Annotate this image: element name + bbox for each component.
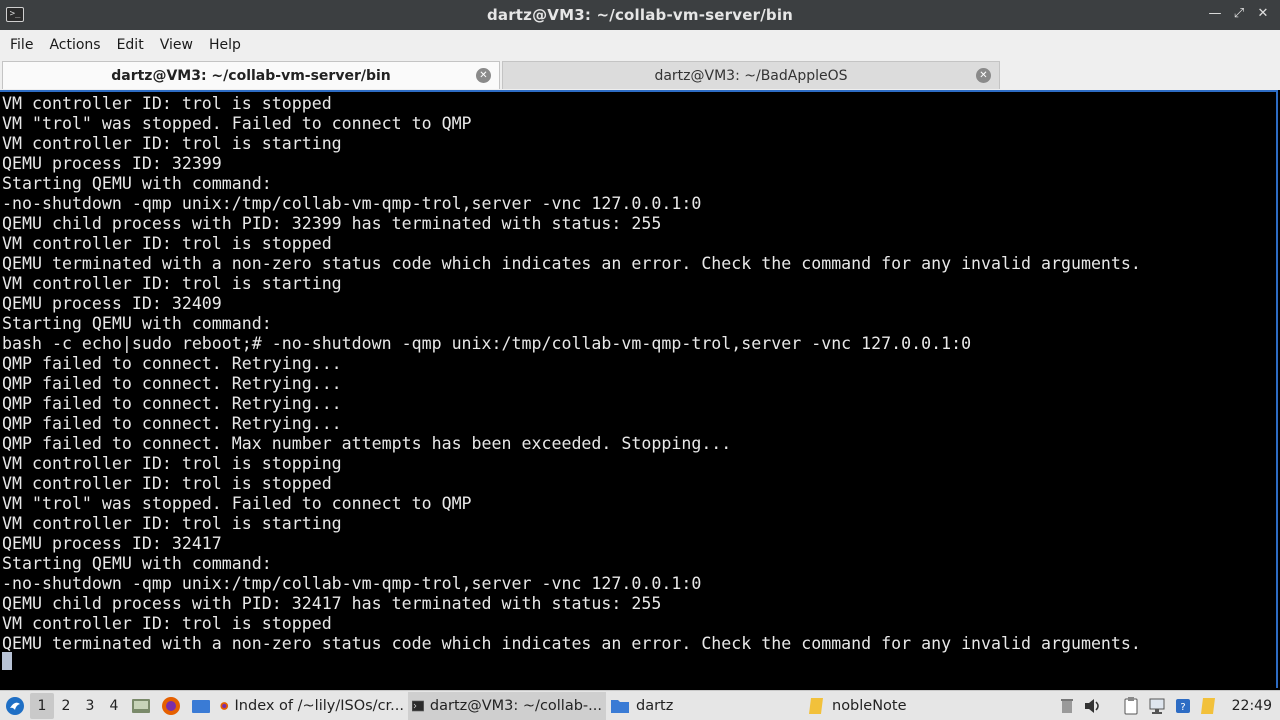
- svg-text:?: ?: [1180, 702, 1185, 713]
- terminal-line: VM controller ID: trol is stopped: [2, 234, 332, 253]
- minimize-icon[interactable]: —: [1208, 5, 1222, 23]
- noblenote-tray-icon[interactable]: [1198, 695, 1220, 717]
- terminal-line: VM controller ID: trol is stopped: [2, 614, 332, 633]
- task-noblenote[interactable]: nobleNote: [804, 692, 1004, 720]
- menu-view[interactable]: View: [152, 33, 201, 57]
- start-menu-button[interactable]: [0, 691, 30, 720]
- task-file-manager[interactable]: dartz: [606, 692, 804, 720]
- terminal-line: QMP failed to connect. Retrying...: [2, 394, 342, 413]
- window-title: dartz@VM3: ~/collab-vm-server/bin: [486, 6, 794, 24]
- terminal-line: QEMU terminated with a non-zero status c…: [2, 254, 1141, 273]
- tab-collab-vm-server[interactable]: dartz@VM3: ~/collab-vm-server/bin ✕: [2, 61, 500, 89]
- terminal-line: Starting QEMU with command:: [2, 554, 272, 573]
- close-window-icon[interactable]: ✕: [1256, 5, 1270, 23]
- menu-bar: File Actions Edit View Help: [0, 30, 1280, 60]
- clock[interactable]: 22:49: [1232, 698, 1272, 714]
- task-terminal[interactable]: dartz@VM3: ~/collab-...: [408, 691, 606, 720]
- terminal-line: VM controller ID: trol is stopped: [2, 474, 332, 493]
- update-notifier-icon[interactable]: ?: [1172, 695, 1194, 717]
- terminal-output[interactable]: VM controller ID: trol is stopped VM "tro…: [0, 90, 1278, 688]
- menu-file[interactable]: File: [2, 33, 41, 57]
- clipboard-icon[interactable]: [1120, 695, 1142, 717]
- trash-icon[interactable]: [1056, 695, 1078, 717]
- workspace-4[interactable]: 4: [102, 693, 126, 719]
- lubuntu-logo-icon: [6, 696, 24, 715]
- terminal-line: VM controller ID: trol is starting: [2, 134, 342, 153]
- terminal-line: -no-shutdown -qmp unix:/tmp/collab-vm-qm…: [2, 574, 702, 593]
- task-label: Index of /~lily/ISOs/cr...: [234, 697, 404, 714]
- terminal-line: VM controller ID: trol is stopped: [2, 94, 332, 113]
- network-icon[interactable]: [1146, 695, 1168, 717]
- workspace-3[interactable]: 3: [78, 693, 102, 719]
- terminal-line: VM controller ID: trol is starting: [2, 514, 342, 533]
- terminal-line: VM "trol" was stopped. Failed to connect…: [2, 114, 472, 133]
- terminal-line: QMP failed to connect. Retrying...: [2, 414, 342, 433]
- terminal-line: bash -c echo|sudo reboot;# -no-shutdown …: [2, 334, 972, 353]
- terminal-line: QEMU child process with PID: 32399 has t…: [2, 214, 662, 233]
- terminal-line: QEMU process ID: 32417: [2, 534, 222, 553]
- terminal-line: QMP failed to connect. Max number attemp…: [2, 434, 732, 453]
- tab-bar: dartz@VM3: ~/collab-vm-server/bin ✕ dart…: [0, 60, 1280, 90]
- terminal-line: VM controller ID: trol is stopping: [2, 454, 342, 473]
- menu-help[interactable]: Help: [201, 33, 249, 57]
- menu-actions[interactable]: Actions: [41, 33, 108, 57]
- task-label: dartz: [636, 697, 674, 714]
- task-label: dartz@VM3: ~/collab-...: [429, 697, 602, 714]
- terminal-line: VM controller ID: trol is starting: [2, 274, 342, 293]
- folder-icon: [611, 699, 629, 713]
- firefox-icon: [220, 701, 229, 710]
- terminal-app-icon[interactable]: >_: [6, 7, 24, 22]
- window-titlebar[interactable]: >_ dartz@VM3: ~/collab-vm-server/bin — ⤢…: [0, 0, 1280, 30]
- terminal-line: QMP failed to connect. Retrying...: [2, 354, 342, 373]
- system-tray: ? 22:49: [1056, 691, 1280, 720]
- firefox-launcher-icon[interactable]: [156, 693, 186, 719]
- terminal-line: QEMU process ID: 32409: [2, 294, 222, 313]
- volume-icon[interactable]: [1082, 695, 1104, 717]
- close-tab-icon[interactable]: ✕: [476, 68, 491, 83]
- terminal-icon: [412, 700, 424, 711]
- taskbar: 1 2 3 4 Index of /~lily/ISOs/cr... dartz…: [0, 690, 1280, 720]
- terminal-line: Starting QEMU with command:: [2, 314, 272, 333]
- terminal-line: QMP failed to connect. Retrying...: [2, 374, 342, 393]
- tab-label: dartz@VM3: ~/BadAppleOS: [654, 67, 848, 84]
- task-firefox[interactable]: Index of /~lily/ISOs/cr...: [216, 692, 408, 720]
- terminal-line: QEMU terminated with a non-zero status c…: [2, 634, 1141, 653]
- terminal-line: -no-shutdown -qmp unix:/tmp/collab-vm-qm…: [2, 194, 702, 213]
- text-cursor: [2, 652, 12, 670]
- tab-label: dartz@VM3: ~/collab-vm-server/bin: [111, 67, 391, 84]
- show-desktop-icon[interactable]: [126, 693, 156, 719]
- terminal-line: Starting QEMU with command:: [2, 174, 272, 193]
- workspace-2[interactable]: 2: [54, 693, 78, 719]
- terminal-lines: VM controller ID: trol is stopped VM "tro…: [2, 94, 1141, 654]
- close-tab-icon[interactable]: ✕: [976, 68, 991, 83]
- workspace-1[interactable]: 1: [30, 692, 54, 719]
- task-label: nobleNote: [832, 697, 907, 714]
- file-manager-launcher-icon[interactable]: [186, 693, 216, 719]
- tab-badappleos[interactable]: dartz@VM3: ~/BadAppleOS ✕: [502, 61, 1000, 89]
- terminal-line: QEMU process ID: 32399: [2, 154, 222, 173]
- terminal-line: QEMU child process with PID: 32417 has t…: [2, 594, 662, 613]
- terminal-line: VM "trol" was stopped. Failed to connect…: [2, 494, 472, 513]
- menu-edit[interactable]: Edit: [109, 33, 152, 57]
- maximize-icon[interactable]: ⤢: [1232, 5, 1246, 23]
- note-icon: [809, 697, 823, 714]
